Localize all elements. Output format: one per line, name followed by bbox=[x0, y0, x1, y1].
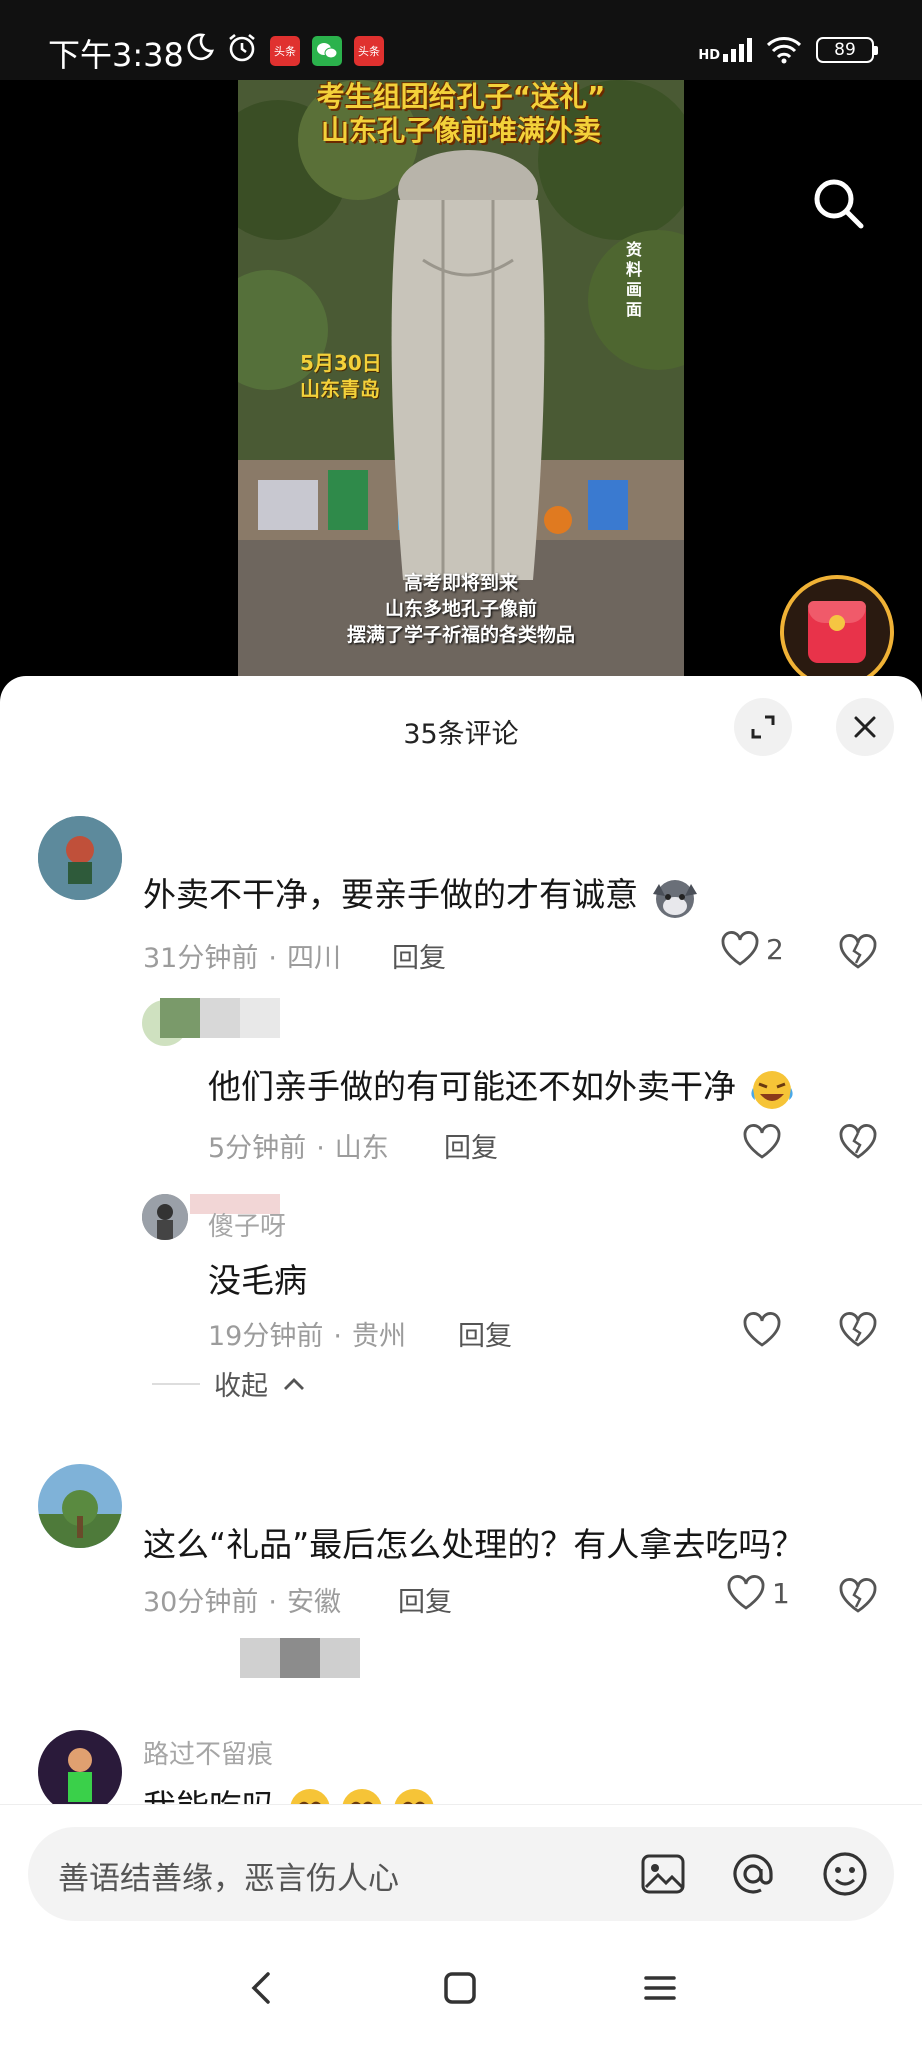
network-label: HD bbox=[698, 48, 720, 63]
video-location: 山东青岛 bbox=[300, 377, 380, 401]
toutiao-app-icon: 头条 bbox=[270, 36, 300, 66]
avatar[interactable] bbox=[38, 1730, 122, 1814]
video-title-line2: 山东孔子像前堆满外卖 bbox=[320, 114, 601, 147]
status-time: 下午3:38 bbox=[48, 36, 184, 74]
at-icon[interactable] bbox=[728, 1849, 778, 1899]
reply-location: 贵州 bbox=[351, 1321, 406, 1352]
collapse-divider bbox=[152, 1382, 200, 1385]
status-right: HD 89 bbox=[698, 36, 878, 64]
close-icon bbox=[854, 716, 876, 738]
archive-footage-tag: 资料画面 bbox=[625, 240, 642, 319]
comment-time: 31分钟前 bbox=[143, 943, 259, 974]
heart-icon[interactable] bbox=[742, 1122, 782, 1162]
heart-icon bbox=[721, 931, 759, 966]
comment-location: 安徽 bbox=[286, 1587, 341, 1618]
husky-emoji-icon bbox=[652, 879, 697, 918]
blurred-content bbox=[240, 1638, 360, 1678]
heart-icon bbox=[727, 1575, 765, 1610]
search-icon[interactable] bbox=[810, 175, 866, 231]
alarm-icon bbox=[229, 33, 255, 62]
reply-button[interactable]: 回复 bbox=[392, 936, 446, 975]
close-button[interactable] bbox=[836, 698, 894, 756]
video-player[interactable]: 考生组团给孔子“送礼” 山东孔子像前堆满外卖 5月30日 山东青岛 资料画面 高… bbox=[0, 80, 922, 689]
like-button[interactable]: 1 bbox=[726, 1575, 790, 1611]
comment-input[interactable]: 善语结善缘，恶言伤人心 bbox=[28, 1827, 894, 1921]
reply-time: 5分钟前 bbox=[208, 1133, 307, 1164]
reply-username[interactable]: 傻子呀 bbox=[208, 1206, 286, 1243]
comment-time: 30分钟前 bbox=[143, 1587, 259, 1618]
reply-text: 他们亲手做的有可能还不如外卖干净 bbox=[208, 1060, 797, 1112]
video-subtitle: 高考即将到来 山东多地孔子像前 摆满了学子祈福的各类物品 bbox=[238, 570, 684, 648]
emoji-icon[interactable] bbox=[820, 1849, 870, 1899]
menu-icon[interactable] bbox=[640, 1968, 680, 2008]
signal-icon: HD bbox=[698, 38, 752, 62]
battery-indicator: 89 bbox=[816, 37, 878, 63]
subtitle-line3: 摆满了学子祈福的各类物品 bbox=[346, 624, 575, 646]
confucius-statue-image bbox=[391, 150, 545, 580]
subtitle-line2: 山东多地孔子像前 bbox=[384, 598, 537, 620]
heart-icon[interactable] bbox=[742, 1310, 782, 1350]
comment-text-content: 外卖不干净，要亲手做的才有诚意 bbox=[143, 875, 638, 914]
comment-location: 四川 bbox=[286, 943, 341, 974]
reply-button[interactable]: 回复 bbox=[458, 1314, 512, 1353]
reply-button[interactable]: 回复 bbox=[398, 1580, 452, 1619]
reply-button[interactable]: 回复 bbox=[444, 1126, 498, 1165]
like-button[interactable]: 2 bbox=[720, 931, 784, 967]
comment-username[interactable]: 路过不留痕 bbox=[143, 1734, 273, 1771]
video-title-line1: 考生组团给孔子“送礼” bbox=[316, 80, 606, 113]
back-icon[interactable] bbox=[242, 1968, 282, 2008]
reply-text-content: 他们亲手做的有可能还不如外卖干净 bbox=[208, 1067, 736, 1106]
collapse-label: 收起 bbox=[214, 1371, 268, 1402]
broken-heart-icon[interactable] bbox=[838, 1310, 878, 1350]
video-frame: 考生组团给孔子“送礼” 山东孔子像前堆满外卖 5月30日 山东青岛 资料画面 高… bbox=[238, 80, 684, 680]
broken-heart-icon[interactable] bbox=[838, 1122, 878, 1162]
expand-icon bbox=[751, 715, 775, 739]
like-count: 2 bbox=[766, 932, 784, 966]
broken-heart-icon[interactable] bbox=[838, 1576, 878, 1616]
wifi-icon bbox=[766, 37, 802, 64]
avatar[interactable] bbox=[38, 1464, 122, 1548]
comment-text: 这么“礼品”最后怎么处理的？有人拿去吃吗？ bbox=[143, 1525, 805, 1564]
like-count: 1 bbox=[772, 1576, 790, 1610]
toutiao-app-icon-2: 头条 bbox=[354, 36, 384, 66]
system-nav-bar bbox=[0, 1924, 922, 2048]
video-title: 考生组团给孔子“送礼” 山东孔子像前堆满外卖 bbox=[238, 80, 684, 148]
comment-meta: 31分钟前 · 四川 bbox=[143, 943, 341, 974]
moon-icon bbox=[187, 33, 214, 61]
red-packet-icon bbox=[808, 601, 866, 663]
video-date: 5月30日 bbox=[300, 351, 382, 375]
comment-meta: 30分钟前 · 安徽 bbox=[143, 1587, 341, 1618]
comment-input-bar: 善语结善缘，恶言伤人心 bbox=[0, 1804, 922, 1924]
status-bar: 下午3:38 头条 头条 HD 89 bbox=[0, 0, 922, 80]
reply-time: 19分钟前 bbox=[208, 1321, 324, 1352]
wechat-app-icon bbox=[312, 36, 342, 66]
broken-heart-icon[interactable] bbox=[838, 932, 878, 972]
image-icon[interactable] bbox=[638, 1849, 688, 1899]
laughing-emoji-icon bbox=[750, 1070, 793, 1109]
reply-text: 没毛病 bbox=[208, 1261, 307, 1300]
blurred-username bbox=[160, 998, 280, 1038]
reply-meta: 5分钟前 · 山东 bbox=[208, 1133, 389, 1164]
avatar[interactable] bbox=[38, 816, 122, 900]
subtitle-line1: 高考即将到来 bbox=[403, 572, 518, 594]
comment-input-placeholder: 善语结善缘，恶言伤人心 bbox=[58, 1861, 399, 1897]
reply-location: 山东 bbox=[334, 1133, 389, 1164]
avatar[interactable] bbox=[142, 1194, 188, 1240]
chevron-up-icon bbox=[284, 1377, 304, 1390]
expand-button[interactable] bbox=[734, 698, 792, 756]
red-packet-button[interactable] bbox=[780, 575, 894, 689]
reply-meta: 19分钟前 · 贵州 bbox=[208, 1321, 406, 1352]
comment-text: 外卖不干净，要亲手做的才有诚意 bbox=[143, 868, 701, 920]
app-screen: 下午3:38 头条 头条 HD 89 考生组团给孔子“送礼” 山东孔子像前堆满外… bbox=[0, 0, 922, 2048]
collapse-replies-button[interactable]: 收起 bbox=[152, 1364, 306, 1403]
video-date-label: 5月30日 山东青岛 bbox=[300, 350, 382, 402]
home-icon[interactable] bbox=[440, 1968, 480, 2008]
